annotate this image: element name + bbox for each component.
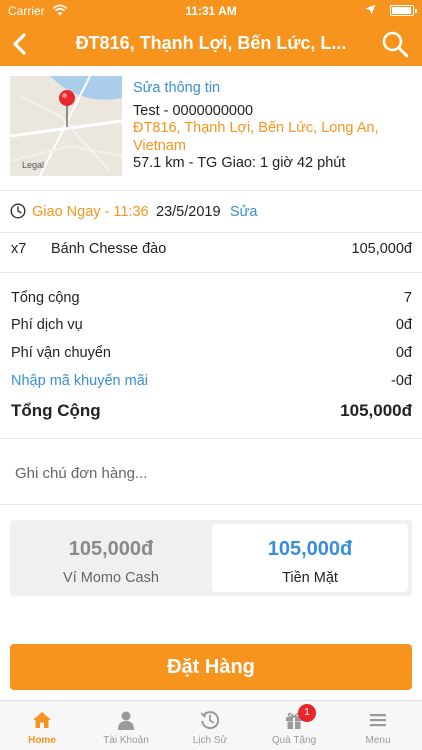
total-row: Tổng Cộng 105,000đ: [11, 401, 412, 421]
map-legal-label[interactable]: Legal: [22, 160, 44, 170]
momo-amount: 105,000đ: [68, 538, 154, 560]
payment-method-selector: 105,000đ Ví Momo Cash 105,000đ Tiền Mặt: [10, 520, 412, 596]
nav-title: ĐT816, Thạnh Lợi, Bến Lức, L...: [75, 33, 347, 53]
tab-bar: Home Tài Khoản Lịch Sử 1 Quà Tặng Menu: [0, 700, 422, 750]
battery-level: [392, 7, 411, 14]
tab-gift-label: Quà Tặng: [271, 735, 317, 746]
nav-bar: ĐT816, Thạnh Lợi, Bến Lức, L...: [0, 22, 422, 66]
service-fee-label: Phí dịch vụ: [11, 317, 83, 333]
location-arrow-icon: [365, 4, 376, 15]
shipping-fee-label: Phí vận chuyển: [11, 345, 111, 361]
payment-option-cash[interactable]: 105,000đ Tiền Mặt: [212, 524, 408, 592]
tab-account-label: Tài Khoản: [103, 735, 149, 746]
delivery-time-row: Giao Ngay - 11:36 23/5/2019 Sửa: [0, 191, 422, 233]
tab-history-label: Lịch Sử: [192, 735, 228, 746]
address-card: Legal Sửa thông tin Test - 0000000000 ĐT…: [0, 66, 422, 191]
battery-icon: [390, 5, 417, 16]
item-price: 105,000đ: [351, 241, 412, 257]
distance-time: 57.1 km - TG Giao: 1 giờ 42 phút: [133, 155, 346, 171]
item-quantity: x7: [11, 241, 27, 257]
total-value: 105,000đ: [340, 401, 412, 420]
promo-value: -0đ: [391, 373, 412, 389]
momo-label: Ví Momo Cash: [63, 570, 159, 586]
home-icon: [33, 712, 51, 728]
place-order-button[interactable]: Đặt Hàng: [10, 644, 412, 690]
back-chevron-icon[interactable]: [6, 28, 34, 60]
tab-gift[interactable]: 1 Quà Tặng: [252, 701, 336, 750]
service-fee-value: 0đ: [395, 317, 412, 333]
payment-option-momo[interactable]: 105,000đ Ví Momo Cash: [10, 524, 212, 592]
tab-account[interactable]: Tài Khoản: [84, 701, 168, 750]
contact-info: Test - 0000000000: [133, 102, 254, 119]
edit-info-link[interactable]: Sửa thông tin: [133, 80, 413, 98]
list-item[interactable]: x7 Bánh Chesse đào 105,000đ: [0, 233, 422, 273]
subtotal-row: Tổng cộng 7: [11, 290, 412, 310]
cash-label: Tiền Mặt: [282, 570, 338, 586]
total-label: Tổng Cộng: [11, 401, 101, 420]
address-details: Sửa thông tin Test - 0000000000 ĐT816, T…: [133, 80, 413, 173]
subtotal-value: 7: [403, 290, 412, 306]
tab-home-label: Home: [28, 735, 56, 746]
promo-code-link[interactable]: Nhập mã khuyến mãi: [11, 373, 148, 389]
clock-icon: [10, 203, 26, 219]
subtotal-label: Tổng cộng: [11, 290, 80, 306]
account-icon: [118, 711, 134, 730]
map-pin-icon: [59, 90, 75, 127]
delivery-time-label: Giao Ngay - 11:36: [32, 204, 149, 220]
order-summary: Tổng cộng 7 Phí dịch vụ 0đ Phí vận chuyể…: [0, 281, 422, 439]
status-bar: Carrier 11:31 AM: [0, 0, 422, 22]
order-note-input[interactable]: [15, 462, 405, 484]
delivery-address: ĐT816, Thạnh Lợi, Bến Lức, Long An, Viet…: [133, 120, 379, 154]
tab-home[interactable]: Home: [0, 701, 84, 750]
status-time: 11:31 AM: [185, 4, 237, 18]
cash-amount: 105,000đ: [267, 538, 353, 560]
shipping-fee-value: 0đ: [395, 345, 412, 361]
delivery-date: 23/5/2019: [156, 204, 221, 220]
map-thumbnail[interactable]: Legal: [10, 76, 122, 176]
tab-menu-label: Menu: [365, 735, 391, 746]
search-icon[interactable]: [380, 29, 410, 59]
gift-badge: 1: [298, 704, 316, 722]
shipping-fee-row: Phí vận chuyển 0đ: [11, 345, 412, 365]
tab-menu[interactable]: Menu: [336, 701, 420, 750]
menu-icon: [370, 714, 386, 727]
edit-delivery-time-link[interactable]: Sửa: [230, 204, 257, 220]
promo-row: Nhập mã khuyến mãi -0đ: [11, 373, 412, 393]
item-name: Bánh Chesse đào: [51, 241, 167, 257]
tab-history[interactable]: Lịch Sử: [168, 701, 252, 750]
order-note-section: [0, 440, 422, 505]
history-icon: [200, 711, 220, 730]
service-fee-row: Phí dịch vụ 0đ: [11, 317, 412, 337]
